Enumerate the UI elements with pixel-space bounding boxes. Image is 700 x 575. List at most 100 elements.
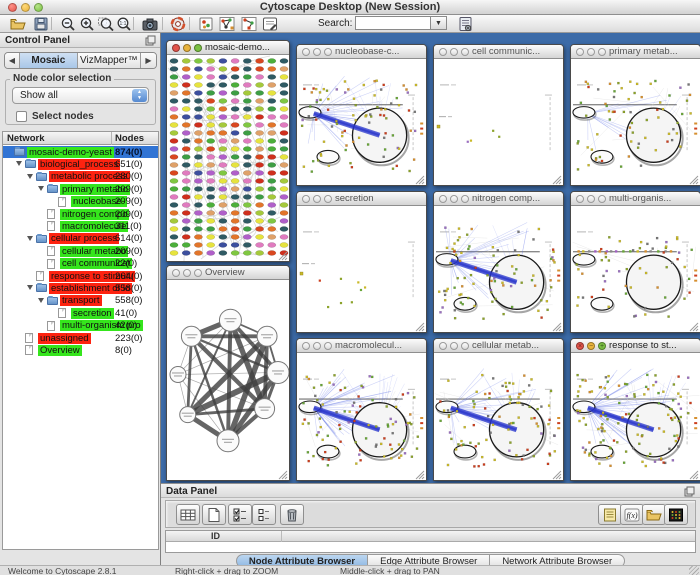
close-button[interactable] xyxy=(576,48,584,56)
id-column-header[interactable]: ID xyxy=(211,531,220,541)
window-titlebar[interactable]: secretion xyxy=(297,192,426,206)
expand-arrow-icon[interactable] xyxy=(38,298,44,303)
network-window-overview[interactable]: Overview xyxy=(166,265,290,481)
float-panel-icon[interactable] xyxy=(145,35,156,46)
nodes-column-header[interactable]: Nodes xyxy=(115,133,144,144)
minimize-button[interactable] xyxy=(450,195,458,203)
help-button[interactable] xyxy=(168,15,188,32)
zoom-window-button[interactable] xyxy=(598,48,606,56)
mosaic-tool-button[interactable] xyxy=(196,15,216,32)
minimize-button[interactable] xyxy=(183,44,191,52)
unselect-attributes-button[interactable] xyxy=(252,504,276,525)
network-view-canvas[interactable] xyxy=(434,59,563,185)
resize-grip[interactable] xyxy=(689,566,699,575)
close-button[interactable] xyxy=(172,44,180,52)
network-window-mosaic-demo[interactable]: mosaic-demo... xyxy=(166,40,290,262)
tree-row-overview[interactable]: Overview8(0) xyxy=(3,344,158,356)
minimize-button[interactable] xyxy=(450,342,458,350)
tab-vizmapper[interactable]: VizMapper™ xyxy=(78,53,141,68)
zoom-out-button[interactable] xyxy=(58,15,78,32)
select-nodes-checkbox[interactable] xyxy=(16,111,27,122)
zoom-selected-button[interactable] xyxy=(96,15,116,32)
network-window-cellular-metab[interactable]: cellular metab... xyxy=(433,338,564,481)
zoom-in-button[interactable] xyxy=(77,15,97,32)
zoom-window-button[interactable] xyxy=(598,195,606,203)
tree-row-primary-metabo[interactable]: primary metabo209(0) xyxy=(3,183,158,195)
zoom-window-button[interactable] xyxy=(461,342,469,350)
network-view-canvas[interactable] xyxy=(167,55,289,261)
network-name-label[interactable]: secretion xyxy=(71,308,114,319)
network-name-label[interactable]: cellular process xyxy=(49,233,119,244)
zoom-window-button[interactable] xyxy=(461,195,469,203)
network-window-cell-comm[interactable]: cell communic... xyxy=(433,44,564,186)
tree-row-cellular-process[interactable]: cellular process614(0) xyxy=(3,233,158,245)
tree-row-response-to-stimulu[interactable]: response to stimulu264(0) xyxy=(3,270,158,282)
window-titlebar[interactable]: ×−+response to st... xyxy=(571,339,700,353)
tree-row-nucleobase-[interactable]: nucleobase-209(0) xyxy=(3,196,158,208)
tree-row-establishment-of-lo[interactable]: establishment of lo558(0) xyxy=(3,282,158,294)
window-titlebar[interactable]: primary metab... xyxy=(571,45,700,59)
zoom-fit-button[interactable]: 1:1 xyxy=(114,15,134,32)
expand-arrow-icon[interactable] xyxy=(27,236,33,241)
attribute-table[interactable]: ID xyxy=(165,530,696,553)
expand-arrow-icon[interactable] xyxy=(27,285,33,290)
notes-button[interactable] xyxy=(598,504,622,525)
select-attributes-button[interactable] xyxy=(228,504,252,525)
window-titlebar[interactable]: cell communic... xyxy=(434,45,563,59)
save-session-button[interactable] xyxy=(31,15,51,32)
network-name-label[interactable]: transport xyxy=(60,295,102,306)
minimize-button[interactable] xyxy=(313,342,321,350)
close-button[interactable] xyxy=(302,342,310,350)
minimize-button[interactable]: − xyxy=(587,342,595,350)
network-name-label[interactable]: biological_process xyxy=(38,159,120,170)
close-button[interactable] xyxy=(439,48,447,56)
minimize-button[interactable] xyxy=(313,48,321,56)
network-view-canvas[interactable] xyxy=(571,59,700,185)
function-button[interactable]: f(x) xyxy=(620,504,644,525)
tree-row-mosaic-demo-yeast[interactable]: mosaic-demo-yeast874(0) xyxy=(3,146,158,158)
minimize-button[interactable] xyxy=(587,195,595,203)
network-name-label[interactable]: unassigned xyxy=(38,333,91,344)
network-name-label[interactable]: Overview xyxy=(38,345,82,356)
window-titlebar[interactable]: multi-organis... xyxy=(571,192,700,206)
network-view-canvas[interactable] xyxy=(571,206,700,332)
tree-row-unassigned[interactable]: unassigned223(0) xyxy=(3,332,158,344)
close-button[interactable] xyxy=(439,195,447,203)
tree-row-cellular-metabo[interactable]: cellular metabo209(0) xyxy=(3,245,158,257)
close-button[interactable] xyxy=(439,342,447,350)
tab-scroll-left-button[interactable]: ◀ xyxy=(5,53,20,68)
network-column-header[interactable]: Network xyxy=(7,133,44,144)
network-view-canvas[interactable] xyxy=(297,353,426,480)
index-button[interactable] xyxy=(455,15,475,32)
tree-row-transport[interactable]: transport558(0) xyxy=(3,295,158,307)
network-view-canvas[interactable] xyxy=(297,59,426,185)
network-view-canvas[interactable] xyxy=(297,206,426,332)
tree-row-secretion[interactable]: secretion41(0) xyxy=(3,307,158,319)
tree-row-biological-process[interactable]: biological_process651(0) xyxy=(3,158,158,170)
close-button[interactable] xyxy=(302,48,310,56)
layout-network-button[interactable] xyxy=(217,15,237,32)
zoom-window-button[interactable] xyxy=(324,195,332,203)
tree-row-nitrogen-compo[interactable]: nitrogen compo209(0) xyxy=(3,208,158,220)
window-titlebar[interactable]: mosaic-demo... xyxy=(167,41,289,55)
minimize-button[interactable] xyxy=(450,48,458,56)
network-window-response[interactable]: ×−+response to st... xyxy=(570,338,700,481)
tree-row-multi-organism-pro[interactable]: multi-organism pro42(0) xyxy=(3,320,158,332)
close-button[interactable] xyxy=(302,195,310,203)
network-window-nucleobase[interactable]: nucleobase-c... xyxy=(296,44,427,186)
expand-arrow-icon[interactable] xyxy=(27,174,33,179)
network-window-secretion[interactable]: secretion xyxy=(296,191,427,333)
zoom-window-button[interactable] xyxy=(324,342,332,350)
zoom-window-button[interactable] xyxy=(324,48,332,56)
window-titlebar[interactable]: nucleobase-c... xyxy=(297,45,426,59)
zoom-window-button[interactable] xyxy=(461,48,469,56)
tree-row-metabolic-process[interactable]: metabolic process280(0) xyxy=(3,171,158,183)
network-view-canvas[interactable] xyxy=(167,280,289,480)
new-attribute-button[interactable] xyxy=(202,504,226,525)
snapshot-button[interactable] xyxy=(140,15,160,32)
window-titlebar[interactable]: Overview xyxy=(167,266,289,280)
tab-mosaic[interactable]: Mosaic xyxy=(20,53,78,68)
window-titlebar[interactable]: macromolecul... xyxy=(297,339,426,353)
layout-tree-button[interactable] xyxy=(239,15,259,32)
network-window-macromolecule[interactable]: macromolecul... xyxy=(296,338,427,481)
